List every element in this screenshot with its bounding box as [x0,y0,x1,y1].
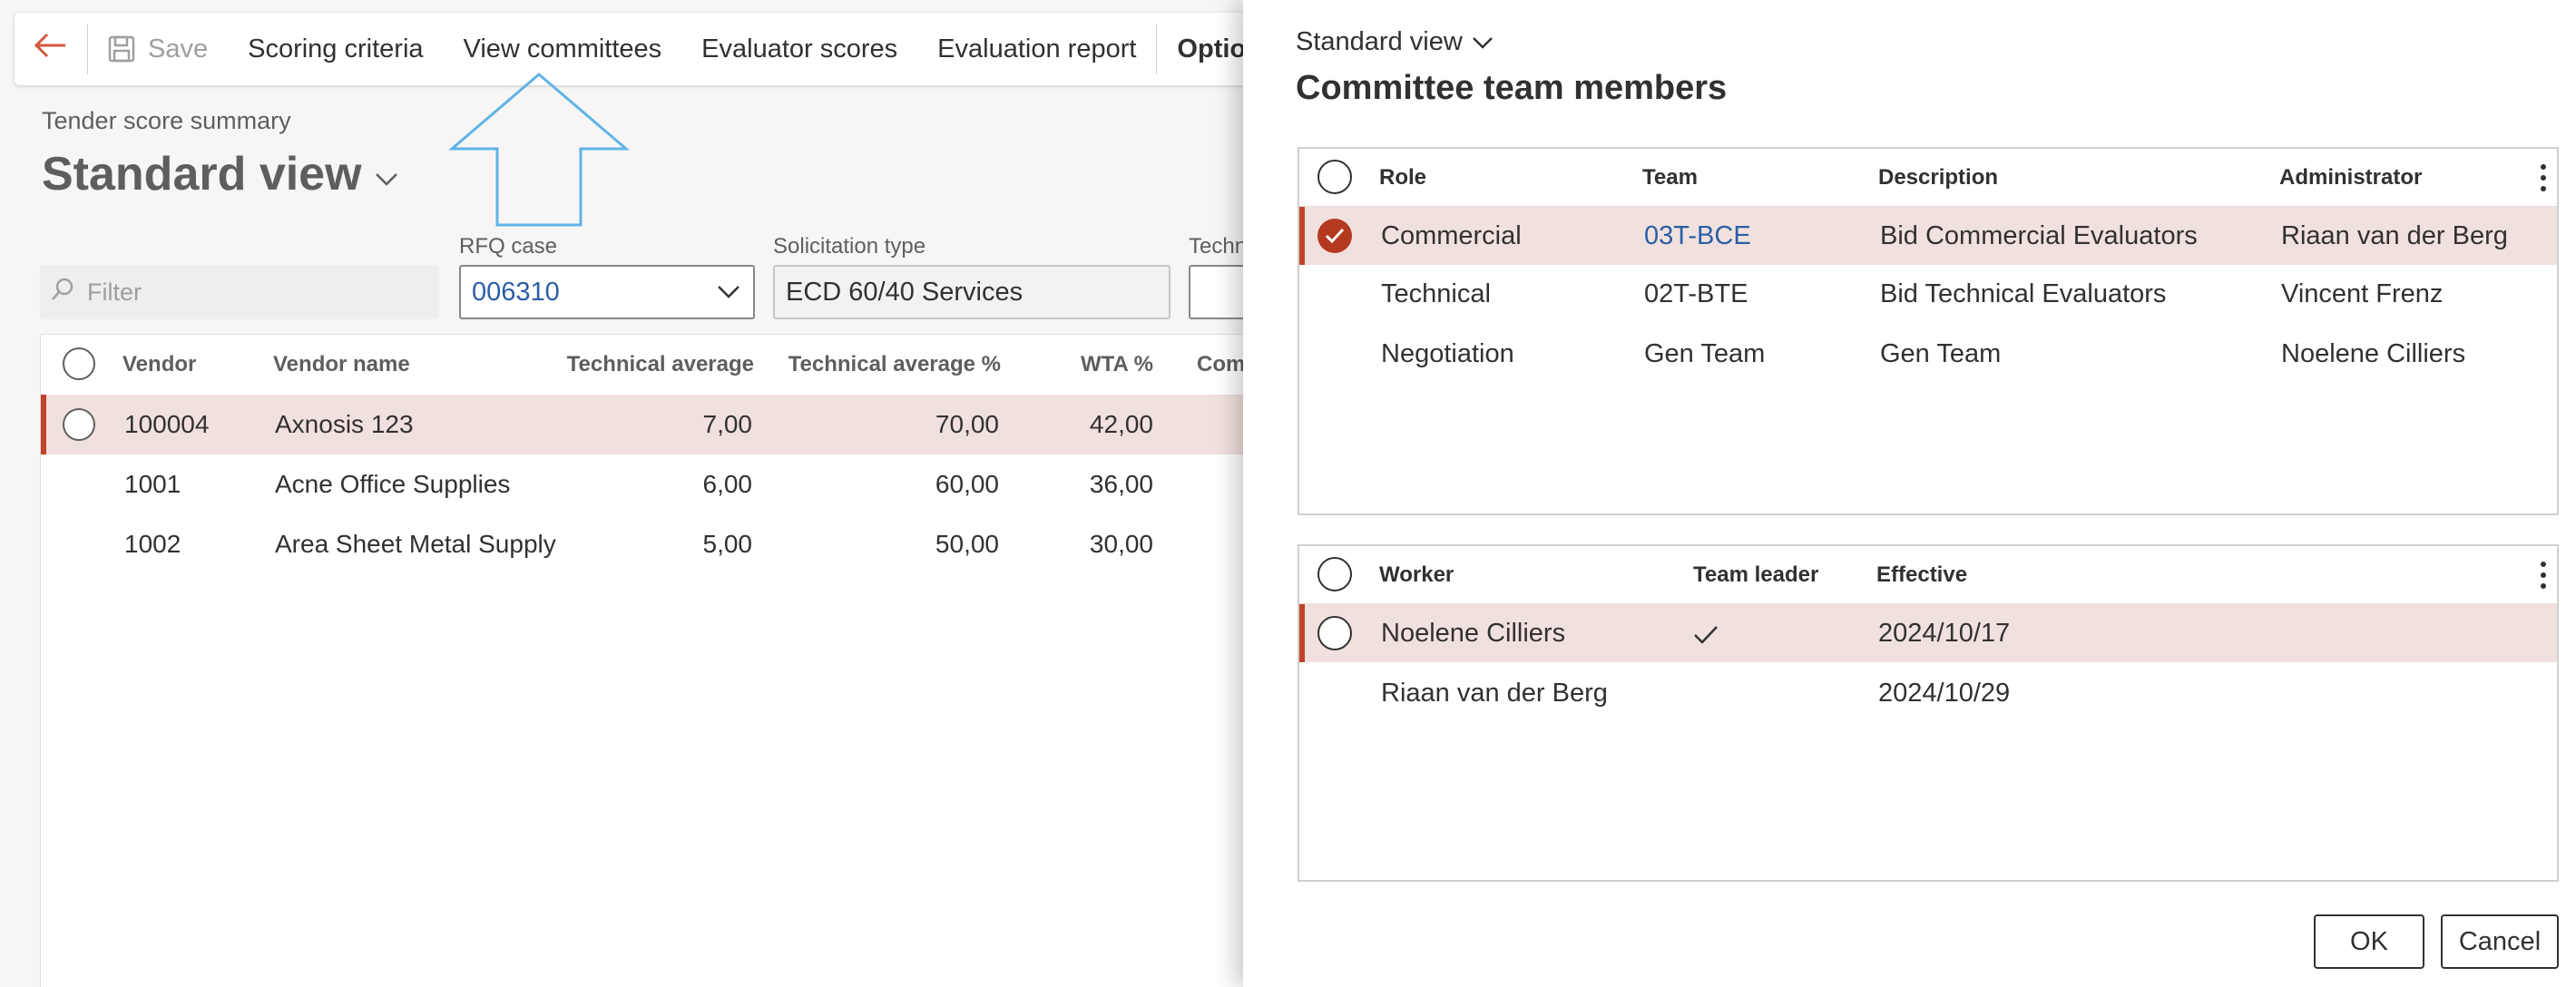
role-cell: Negotiation [1381,338,1514,368]
administrator-cell: Riaan van der Berg [2281,220,2508,250]
row-selected-check[interactable] [1317,219,1352,253]
team-cell: 02T-BTE [1644,279,1748,308]
technical-average-pct-cell: 50,00 [935,530,999,558]
worker-cell: Noelene Cilliers [1381,618,1566,648]
table-row[interactable]: 100004 Axnosis 123 7,00 70,00 42,00 [41,395,1311,454]
column-header-vendor-name[interactable]: Vendor name [273,352,410,377]
view-title: Standard view [42,148,362,200]
wta-pct-cell: 36,00 [1089,470,1153,498]
vendor-cell: 100004 [124,410,210,438]
technical-average-pct-cell: 70,00 [935,410,999,438]
technical-field-label: Techn [1189,234,1248,259]
back-arrow-icon [34,33,67,65]
cancel-button[interactable]: Cancel [2441,914,2559,969]
column-header-com[interactable]: Com [1197,352,1245,377]
column-header-administrator[interactable]: Administrator [2279,165,2422,191]
effective-cell: 2024/10/17 [1878,618,2011,648]
role-cell: Technical [1381,279,1491,308]
grid-header: Role Team Description Administrator [1299,149,2557,207]
technical-average-pct-cell: 60,00 [935,470,999,498]
rfq-case-field[interactable]: 006310 [459,265,755,319]
solicitation-type-label: Solicitation type [773,234,926,259]
checkmark-icon [1693,622,1719,652]
back-button[interactable] [15,13,87,85]
role-cell: Commercial [1381,220,1522,250]
rfq-case-label: RFQ case [459,234,558,259]
page-caption: Tender score summary [42,107,291,134]
rfq-case-value: 006310 [472,277,560,307]
save-button-label: Save [148,34,209,64]
view-selector[interactable]: Standard view [42,147,398,201]
team-cell: Gen Team [1644,338,1766,368]
row-select-radio[interactable] [63,408,95,441]
dialog-title: Committee team members [1296,69,1728,107]
column-header-technical-average-pct[interactable]: Technical average % [767,352,1001,377]
select-all-radio[interactable] [1317,160,1352,194]
vendor-cell: 1002 [124,530,181,558]
technical-average-cell: 5,00 [702,530,753,558]
column-header-vendor[interactable]: Vendor [122,352,196,377]
scoring-criteria-button[interactable]: Scoring criteria [228,13,443,85]
column-header-technical-average[interactable]: Technical average [531,352,754,377]
vendor-cell: 1001 [124,470,181,498]
dialog-view-label: Standard view [1296,27,1463,56]
vendor-name-cell: Acne Office Supplies [275,470,511,498]
save-button[interactable]: Save [88,13,228,85]
chevron-down-icon[interactable] [717,281,740,303]
description-cell: Bid Commercial Evaluators [1880,220,2198,250]
chevron-down-icon [1472,35,1494,50]
administrator-cell: Noelene Cilliers [2281,338,2466,368]
effective-cell: 2024/10/29 [1878,678,2011,708]
vendor-name-cell: Area Sheet Metal Supply [275,530,556,558]
column-header-worker[interactable]: Worker [1379,562,1454,588]
column-header-wta-pct[interactable]: WTA % [1021,352,1153,377]
vendor-name-cell: Axnosis 123 [275,410,414,438]
action-pane: Save Scoring criteria View committees Ev… [15,13,1321,85]
technical-average-cell: 7,00 [702,410,753,438]
administrator-cell: Vincent Frenz [2281,279,2444,308]
description-cell: Gen Team [1880,338,2002,368]
column-header-team[interactable]: Team [1642,165,1698,191]
callout-arrow-graphic [448,73,630,227]
dialog-view-selector[interactable]: Standard view [1296,27,1494,57]
committee-grid: Role Team Description Administrator Comm… [1298,147,2559,515]
table-row[interactable]: Riaan van der Berg 2024/10/29 [1299,664,2557,722]
ok-button[interactable]: OK [2314,914,2424,969]
table-row[interactable]: Technical 02T-BTE Bid Technical Evaluato… [1299,265,2557,323]
table-row[interactable]: Noelene Cilliers 2024/10/17 [1299,604,2557,662]
worker-grid: Worker Team leader Effective Noelene Cil… [1298,544,2559,882]
search-icon [51,278,74,308]
more-options-icon[interactable] [2539,163,2548,192]
table-row[interactable]: 1001 Acne Office Supplies 6,00 60,00 36,… [41,454,1311,514]
evaluator-scores-button[interactable]: Evaluator scores [681,13,917,85]
committee-team-members-dialog: Standard view Committee team members Rol… [1243,0,2576,987]
table-row[interactable]: 1002 Area Sheet Metal Supply 5,00 50,00 … [41,514,1311,574]
column-header-effective[interactable]: Effective [1876,562,1967,588]
worker-cell: Riaan van der Berg [1381,678,1608,708]
row-select-radio[interactable] [1317,616,1352,650]
grid-header: Worker Team leader Effective [1299,546,2557,604]
team-link[interactable]: 03T-BCE [1644,221,1751,251]
column-header-role[interactable]: Role [1379,165,1426,191]
chevron-down-icon [375,172,398,187]
select-all-radio[interactable] [63,347,95,380]
more-options-icon[interactable] [2539,561,2548,590]
filter-placeholder: Filter [87,278,142,306]
technical-average-cell: 6,00 [702,470,753,498]
evaluation-report-button[interactable]: Evaluation report [917,13,1156,85]
table-row[interactable]: Negotiation Gen Team Gen Team Noelene Ci… [1299,325,2557,383]
table-row[interactable]: Commercial 03T-BCE Bid Commercial Evalua… [1299,207,2557,265]
grid-header: Vendor Vendor name Technical average Tec… [41,335,1311,395]
save-icon [108,35,135,63]
solicitation-type-value: ECD 60/40 Services [786,277,1024,307]
column-header-description[interactable]: Description [1878,165,1998,191]
filter-input[interactable]: Filter [40,265,439,319]
select-all-radio[interactable] [1317,557,1352,591]
wta-pct-cell: 30,00 [1089,530,1153,558]
wta-pct-cell: 42,00 [1089,410,1153,438]
column-header-team-leader[interactable]: Team leader [1693,562,1818,588]
description-cell: Bid Technical Evaluators [1880,279,2167,308]
vendor-score-grid: Vendor Vendor name Technical average Tec… [40,334,1311,987]
solicitation-type-field: ECD 60/40 Services [773,265,1170,319]
